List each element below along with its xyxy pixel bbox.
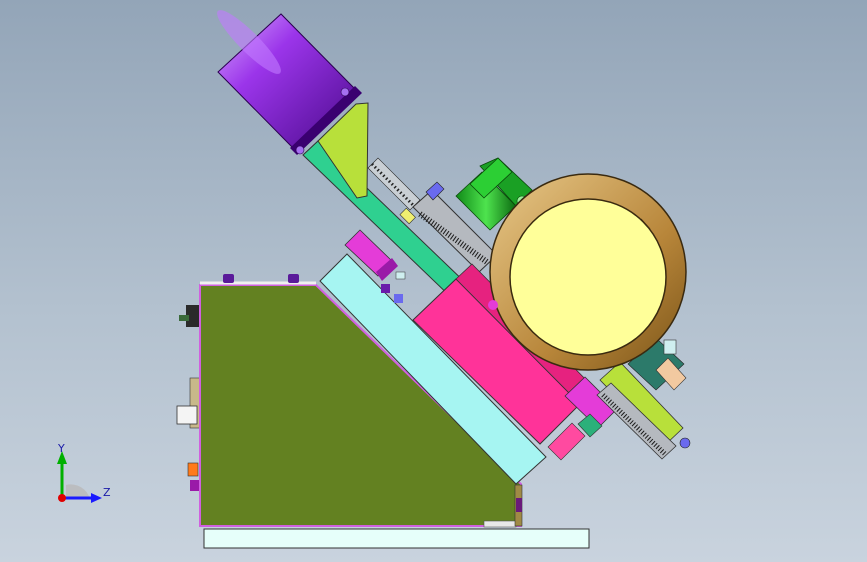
- y-axis-label: Y: [58, 442, 65, 455]
- floor-plate: [203, 528, 590, 549]
- rotary-disc: [509, 198, 667, 356]
- z-axis-label: Z: [103, 486, 111, 499]
- triad-origin: [58, 494, 66, 502]
- z-axis-arrow: [91, 493, 102, 503]
- cad-viewport[interactable]: Y Z: [0, 0, 867, 562]
- base-side-connectors: [176, 305, 203, 491]
- orientation-triad: [57, 451, 102, 503]
- assembly-view: [57, 10, 691, 549]
